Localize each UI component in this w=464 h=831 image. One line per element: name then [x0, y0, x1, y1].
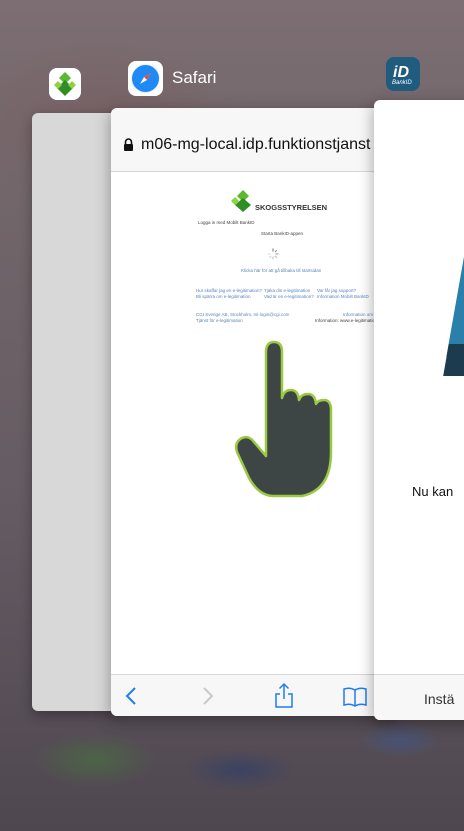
- safari-card[interactable]: m06-mg-local.idp.funktionstjanst SKOGSST…: [111, 108, 396, 716]
- svg-text:iD: iD: [393, 64, 409, 81]
- tap-hand-icon: [234, 340, 334, 500]
- faq-link-test[interactable]: Tjaka din e-legitimation: [264, 288, 310, 293]
- green-app-icon[interactable]: [49, 68, 81, 100]
- web-page: SKOGSSTYRELSEN Logga in med Mobilt BankI…: [111, 172, 396, 674]
- bankid-card[interactable]: Nu kan Instä: [374, 100, 464, 720]
- safari-toolbar: [111, 674, 396, 716]
- address-bar[interactable]: m06-mg-local.idp.funktionstjanst: [111, 108, 396, 172]
- logo-text: SKOGSSTYRELSEN: [255, 203, 328, 212]
- faq-link-what[interactable]: Vad är en e-legitimation?: [264, 294, 314, 299]
- faq-link-support[interactable]: Var får jag support?: [317, 288, 356, 293]
- bankid-logo-dark: [443, 344, 464, 376]
- return-link[interactable]: Klicka här för att gå tillbaka till star…: [241, 268, 321, 273]
- bankid-app-icon[interactable]: iD BankID: [386, 57, 420, 91]
- bankid-bottom-bar: Instä: [374, 674, 464, 720]
- back-arrow-icon[interactable]: [125, 687, 137, 705]
- bankid-logo-blue: [446, 247, 464, 357]
- bookmarks-icon[interactable]: [343, 687, 367, 707]
- start-bankid-text: Starta BankID-appen: [261, 231, 304, 236]
- faq-link-acquire[interactable]: Hur skaffar jag en e-legitimation?: [196, 288, 262, 293]
- login-heading: Logga in med Mobilt BankID: [198, 220, 255, 225]
- lock-icon: [123, 138, 134, 151]
- forward-arrow-icon[interactable]: [202, 687, 214, 705]
- loading-spinner-icon: [267, 247, 279, 260]
- skogsstyrelsen-logo-icon: [229, 190, 257, 212]
- background-app-card[interactable]: [32, 113, 122, 711]
- safari-title: Safari: [172, 68, 217, 87]
- safari-icon[interactable]: [128, 61, 163, 96]
- footer-contact: CGI Sverige AB, Stockholm, ml-login@cgi.…: [196, 312, 290, 317]
- app-switcher: Safari iD BankID m06-mg-local.idp.funkti…: [0, 0, 464, 831]
- bankid-icon-label: BankID: [392, 80, 412, 86]
- url-text: m06-mg-local.idp.funktionstjanst: [141, 136, 371, 153]
- faq-link-mobile-bankid[interactable]: Information Mobilt BankID: [317, 294, 369, 299]
- share-icon[interactable]: [275, 682, 293, 708]
- faq-link-block[interactable]: Bli spärra om e-legitimation: [196, 294, 251, 299]
- bankid-body-text: Nu kan: [412, 484, 454, 499]
- footer-service: Tjänst för e-legitimation: [196, 318, 243, 323]
- bankid-settings-button[interactable]: Instä: [424, 691, 454, 707]
